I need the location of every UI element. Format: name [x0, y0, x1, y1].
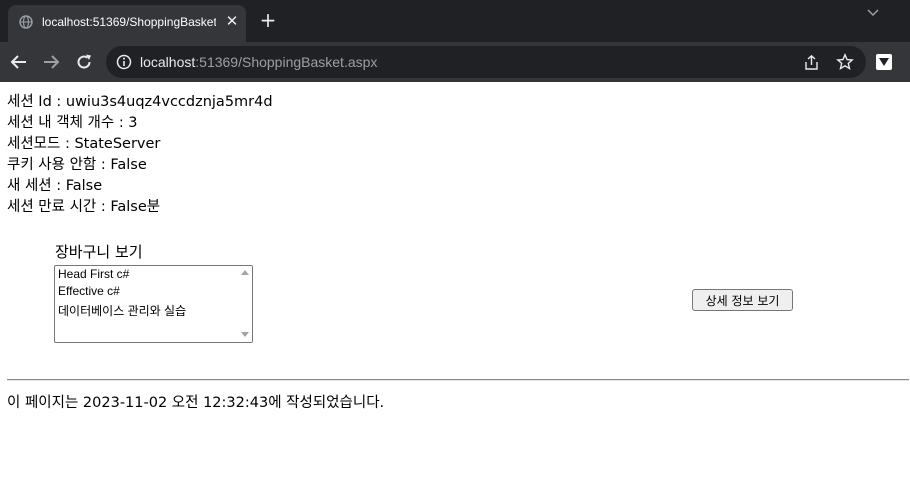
tab-title: localhost:51369/ShoppingBasket.aspx [42, 15, 216, 29]
url-text: localhost:51369/ShoppingBasket.aspx [140, 54, 377, 70]
session-timeout-line: 세션 만료 시간 : False분 [7, 199, 161, 215]
info-icon[interactable] [116, 54, 132, 70]
new-tab-button[interactable]: + [258, 10, 278, 30]
basket-label: 장바구니 보기 [55, 243, 143, 261]
browser-tab[interactable]: localhost:51369/ShoppingBasket.aspx ✕ [8, 5, 246, 42]
reload-icon[interactable] [74, 52, 94, 72]
browser-toolbar: localhost:51369/ShoppingBasket.aspx [0, 42, 910, 82]
cookieless-line: 쿠키 사용 안함 : False [7, 157, 147, 173]
new-session-line: 새 세션 : False [7, 178, 103, 194]
horizontal-divider [7, 379, 909, 381]
url-path: :51369/ShoppingBasket.aspx [195, 54, 378, 70]
list-item[interactable]: Effective c# [58, 284, 120, 298]
page-generated-footer: 이 페이지는 2023-11-02 오전 12:32:43에 작성되었습니다. [7, 395, 385, 411]
basket-listbox[interactable]: Head First c# Effective c# 데이터베이스 관리와 실습 [54, 265, 253, 343]
list-item[interactable]: Head First c# [58, 267, 129, 281]
star-icon[interactable] [836, 53, 854, 71]
globe-icon [19, 15, 33, 29]
session-id-line: 세션 Id : uwiu3s4uqz4vccdznja5mr4d [7, 94, 273, 110]
forward-arrow-icon[interactable] [41, 52, 61, 72]
session-count-line: 세션 내 객체 개수 : 3 [7, 115, 138, 131]
scroll-down-arrow-icon[interactable] [241, 332, 249, 337]
chevron-down-icon[interactable] [864, 3, 882, 21]
list-item[interactable]: 데이터베이스 관리와 실습 [58, 302, 186, 319]
tab-strip: localhost:51369/ShoppingBasket.aspx ✕ + [0, 0, 910, 42]
address-bar[interactable]: localhost:51369/ShoppingBasket.aspx [106, 46, 866, 78]
session-info: 세션 Id : uwiu3s4uqz4vccdznja5mr4d 세션 내 객체… [7, 92, 273, 218]
session-mode-line: 세션모드 : StateServer [7, 136, 161, 152]
download-extension-icon[interactable] [874, 52, 894, 72]
scroll-up-arrow-icon[interactable] [241, 270, 249, 275]
back-arrow-icon[interactable] [9, 52, 29, 72]
detail-info-button[interactable]: 상세 정보 보기 [692, 289, 793, 311]
share-icon[interactable] [803, 54, 820, 71]
url-host: localhost [140, 54, 196, 70]
close-tab-icon[interactable]: ✕ [224, 13, 240, 29]
listbox-scrollbar[interactable] [238, 266, 252, 342]
